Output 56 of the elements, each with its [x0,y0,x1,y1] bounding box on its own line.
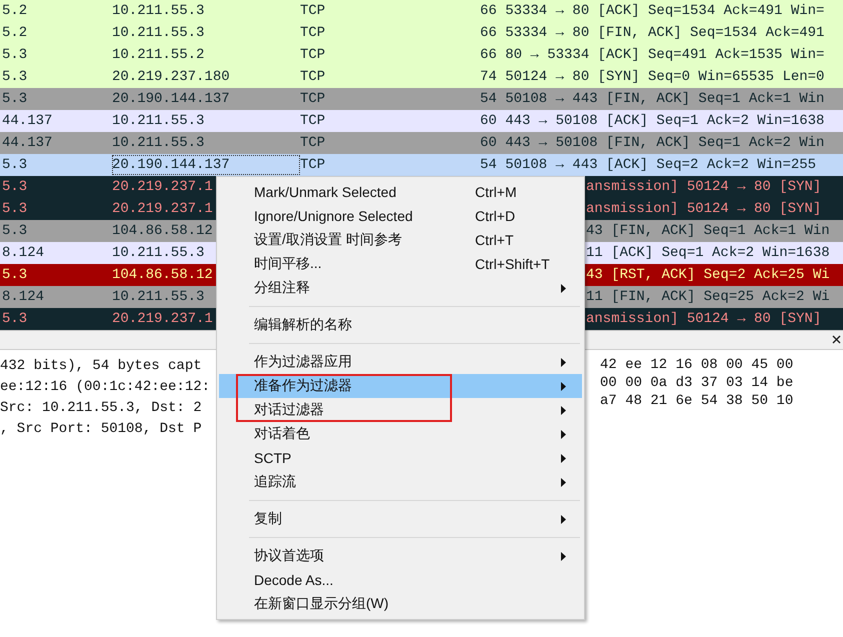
hex-bytes: 00 00 0a d3 37 03 14 be [600,374,794,392]
table-cell-text: 8.124 [1,245,46,261]
table-cell-text: 5.3 [1,91,28,107]
table-cell-text: 44.137 [1,113,54,129]
table-cell: 60 443 → 50108 [FIN, ACK] Seq=1 Ack=2 Win [480,135,824,151]
table-cell-text: 104.86.58.12 [112,223,214,239]
table-cell-text: 20.219.237.1 [112,311,214,327]
table-cell: 20.190.144.137 [112,155,300,175]
table-cell-text: 5.3 [1,223,28,239]
table-cell-text: 10.211.55.3 [112,135,206,151]
table-cell-text: 10.211.55.3 [112,245,206,261]
table-cell-text: 20.190.144.137 [112,91,231,107]
table-cell-text: 10.211.55.3 [112,3,206,19]
table-cell-text: 5.2 [1,3,28,19]
table-cell-text: 5.3 [1,69,28,85]
table-cell: 43 [FIN, ACK] Seq=1 Ack=1 Win [586,223,830,239]
table-cell-text: 10.211.55.3 [112,289,206,305]
table-cell-text: 10.211.55.2 [112,47,206,63]
table-cell: ansmission] 50124 → 80 [SYN] [586,201,822,217]
table-cell: 54 50108 → 443 [FIN, ACK] Seq=1 Ack=1 Win [480,91,824,107]
table-cell-text: 44.137 [1,135,54,151]
table-cell-text: 5.3 [1,157,28,173]
table-cell-text: 20.219.237.180 [112,69,231,85]
table-cell-text: TCP [300,113,326,129]
table-cell-text: 10.211.55.3 [112,25,206,41]
table-cell: 11 [FIN, ACK] Seq=25 Ack=2 Wi [586,289,830,305]
hex-bytes: 42 ee 12 16 08 00 45 00 [600,356,794,374]
table-cell: 66 53334 → 80 [ACK] Seq=1534 Ack=491 Win= [480,3,824,19]
table-cell: ansmission] 50124 → 80 [SYN] [586,311,822,327]
table-cell-text: 10.211.55.3 [112,113,206,129]
hex-bytes: a7 48 21 6e 54 38 50 10 [600,392,794,410]
table-cell: 74 50124 → 80 [SYN] Seq=0 Win=65535 Len=0 [480,69,824,85]
table-cell-text: 5.3 [1,47,28,63]
table-cell: 66 80 → 53334 [ACK] Seq=491 Ack=1535 Win= [480,47,824,63]
table-cell: 60 443 → 50108 [ACK] Seq=1 Ack=2 Win=1638 [480,113,824,129]
table-cell: 43 [RST, ACK] Seq=2 Ack=25 Wi [586,267,830,283]
table-cell-text: TCP [300,91,326,107]
table-cell-text: 5.3 [1,267,28,283]
table-cell-text: TCP [300,135,326,151]
table-cell-text: 104.86.58.12 [112,267,214,283]
table-cell: ansmission] 50124 → 80 [SYN] [586,179,822,195]
table-cell-text: 5.3 [1,201,28,217]
table-cell-text: TCP [300,69,326,85]
table-cell-text: 5.3 [1,179,28,195]
table-cell-text: 8.124 [1,289,46,305]
table-cell-text: TCP [300,25,326,41]
table-cell: 11 [ACK] Seq=1 Ack=2 Win=1638 [586,245,830,261]
table-cell-text: TCP [300,157,326,173]
table-cell-text: 20.219.237.1 [112,179,214,195]
table-cell: 66 53334 → 80 [FIN, ACK] Seq=1534 Ack=491 [480,25,824,41]
table-cell-text: 5.3 [1,311,28,327]
table-cell: 54 50108 → 443 [ACK] Seq=2 Ack=2 Win=255 [480,157,816,173]
table-cell-text: TCP [300,3,326,19]
table-cell-text: 5.2 [1,25,28,41]
table-cell-text: TCP [300,47,326,63]
table-cell-text: 20.219.237.1 [112,201,214,217]
